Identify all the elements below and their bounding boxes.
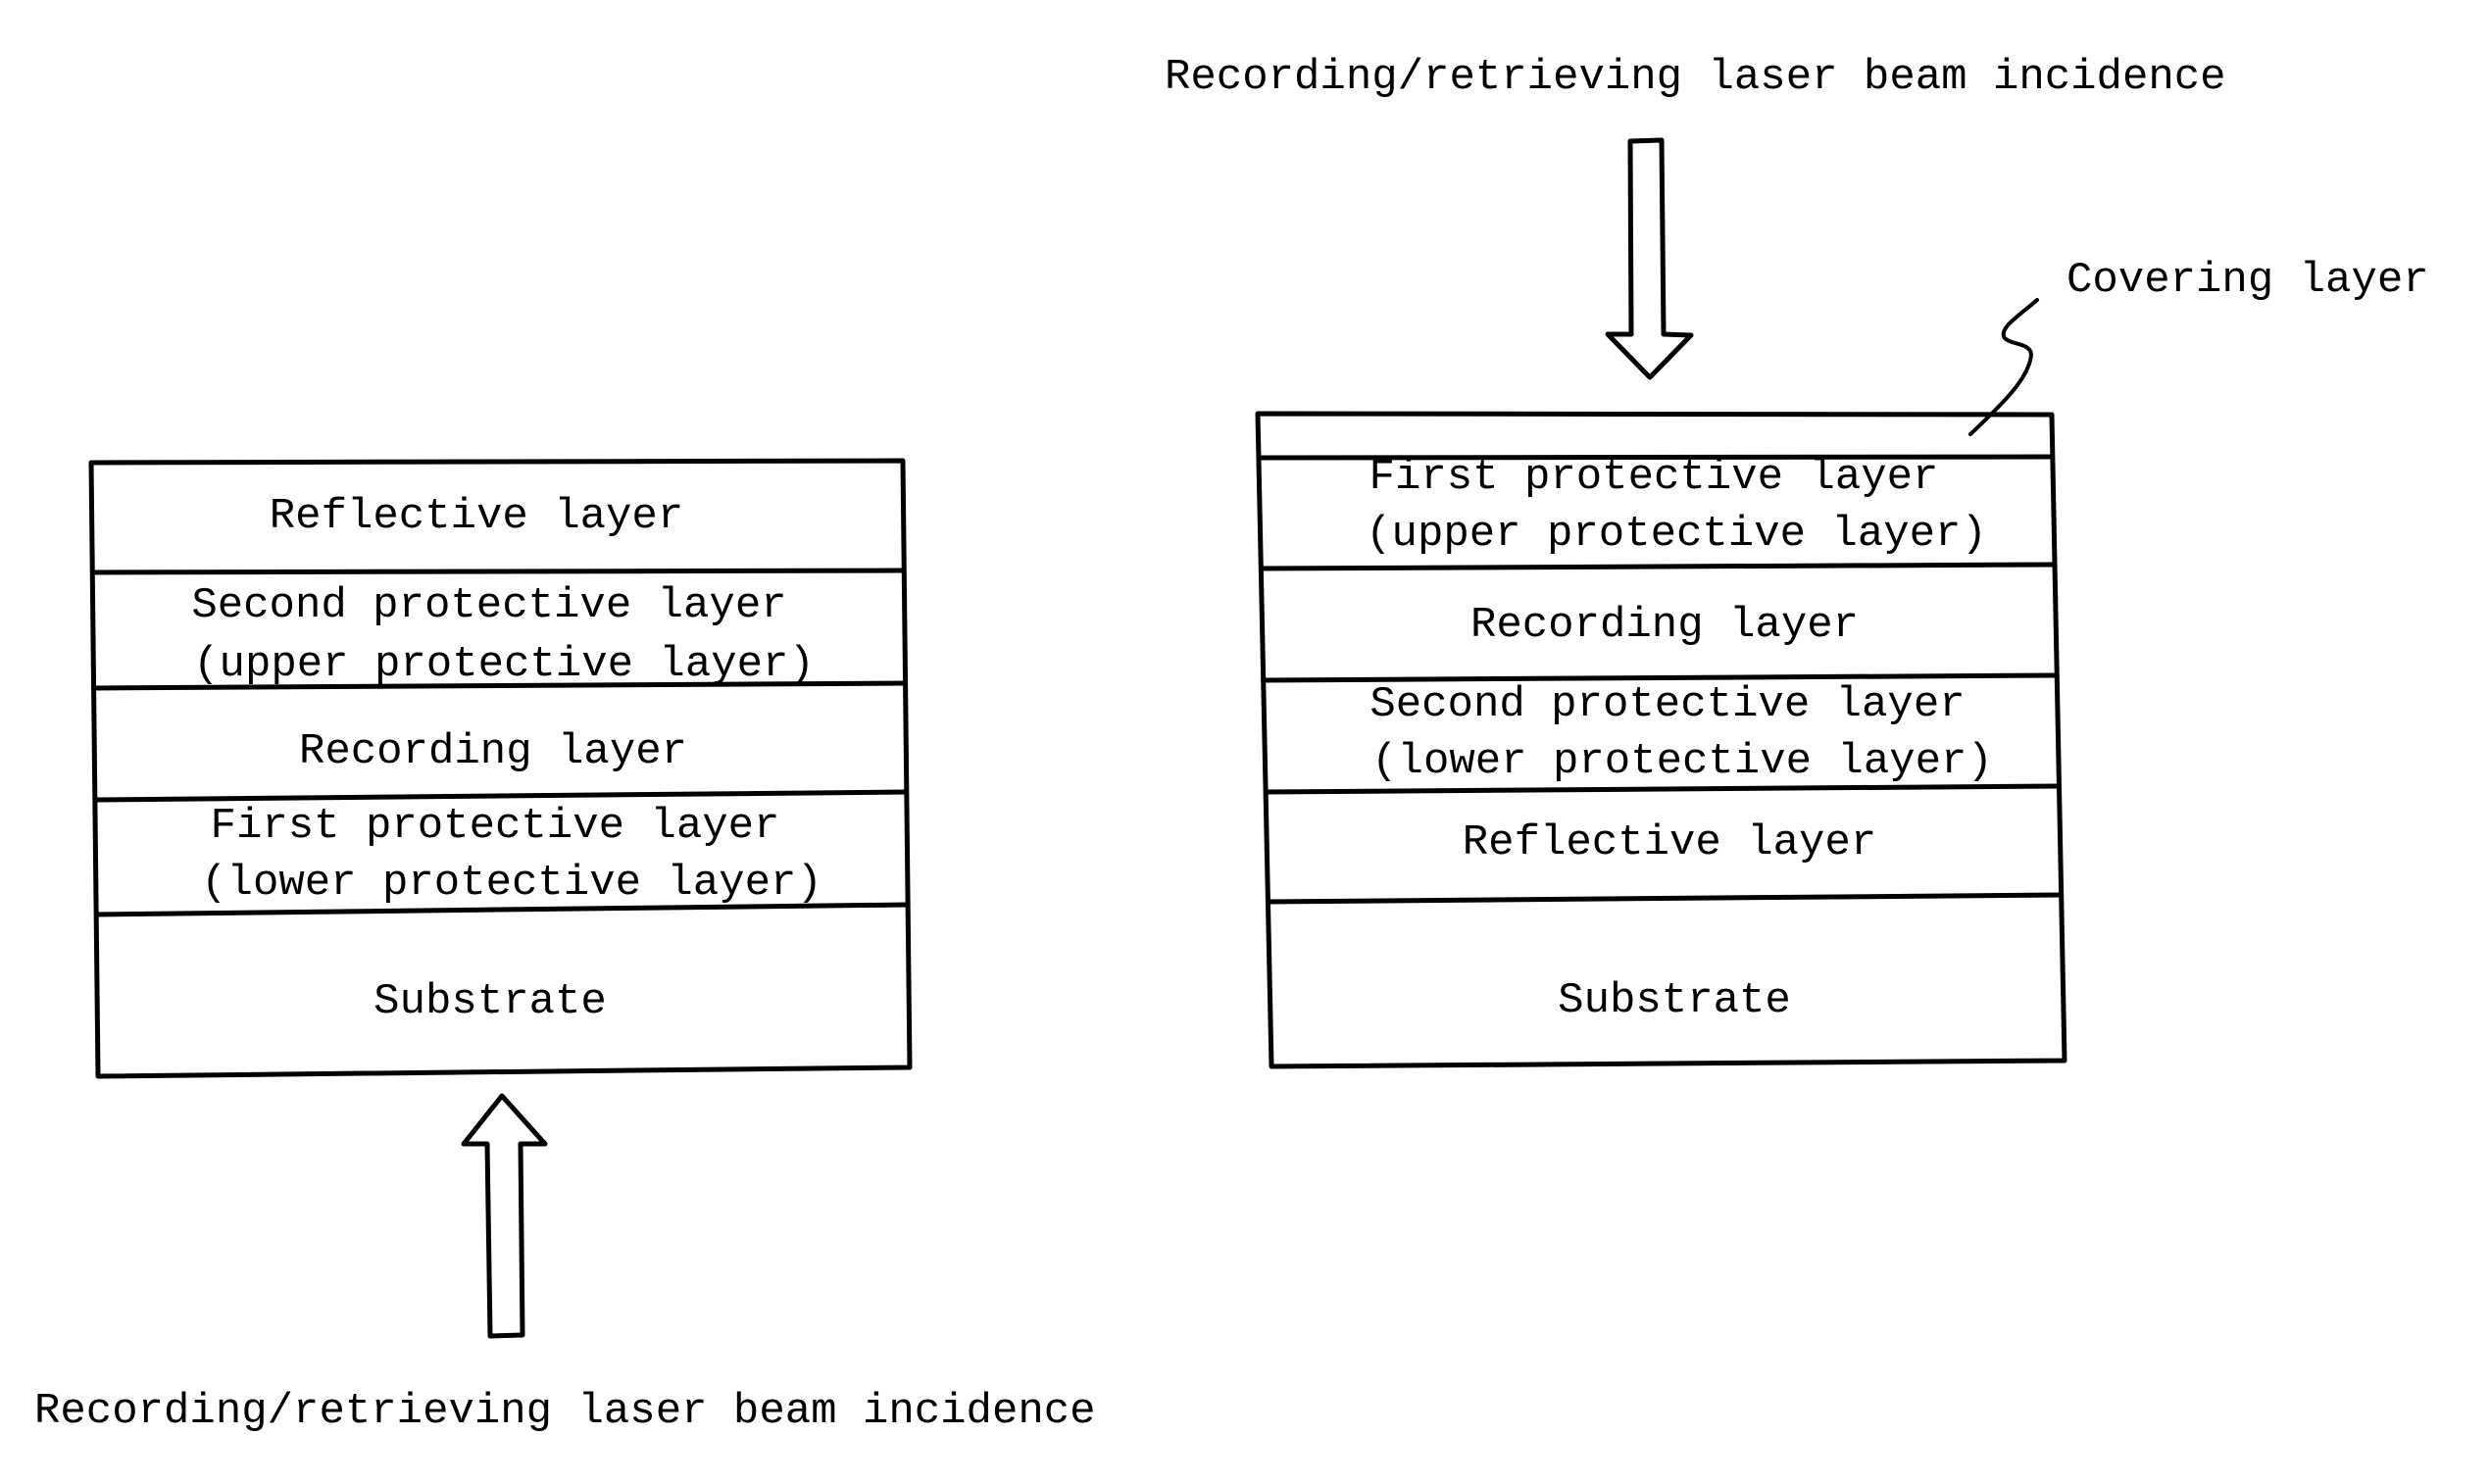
left-layer-label-first-protective-sub: (lower protective layer)	[201, 859, 822, 908]
right-layer-label-recording: Recording layer	[1469, 601, 1860, 650]
left-laser-incidence-label: Recording/retrieving laser beam incidenc…	[34, 1387, 1096, 1436]
left-layer-label-second-protective-sub: (upper protective layer)	[193, 640, 815, 689]
left-layer-label-substrate: Substrate	[373, 977, 607, 1026]
right-layer-divider	[1259, 562, 2055, 571]
right-layer-divider	[1266, 892, 2062, 905]
right-layer-label-second-protective-sub: (lower protective layer)	[1371, 737, 1993, 786]
left-layer-divider	[91, 568, 905, 575]
right-layer-label-reflective: Reflective layer	[1462, 818, 1877, 867]
right-laser-incidence-label: Recording/retrieving laser beam incidenc…	[1165, 53, 2226, 102]
right-layer-label-first-protective-sub: (upper protective layer)	[1366, 510, 1987, 559]
right-layer-divider	[1264, 783, 2060, 795]
left-layer-label-first-protective: First protective layer	[210, 802, 780, 851]
right-layer-label-second-protective: Second protective layer	[1369, 680, 1966, 729]
left-layer-label-recording: Recording layer	[298, 727, 688, 776]
covering-layer-label: Covering layer	[2066, 256, 2429, 305]
left-layer-label-reflective: Reflective layer	[269, 492, 684, 541]
left-layer-label-second-protective: Second protective layer	[191, 581, 787, 630]
right-layer-label-substrate: Substrate	[1558, 976, 1791, 1025]
left-layer-divider	[94, 789, 908, 803]
right-layer-label-first-protective: First protective layer	[1369, 453, 1939, 502]
laser-up-arrow-icon	[461, 1093, 548, 1339]
laser-down-arrow-icon	[1605, 137, 1694, 380]
